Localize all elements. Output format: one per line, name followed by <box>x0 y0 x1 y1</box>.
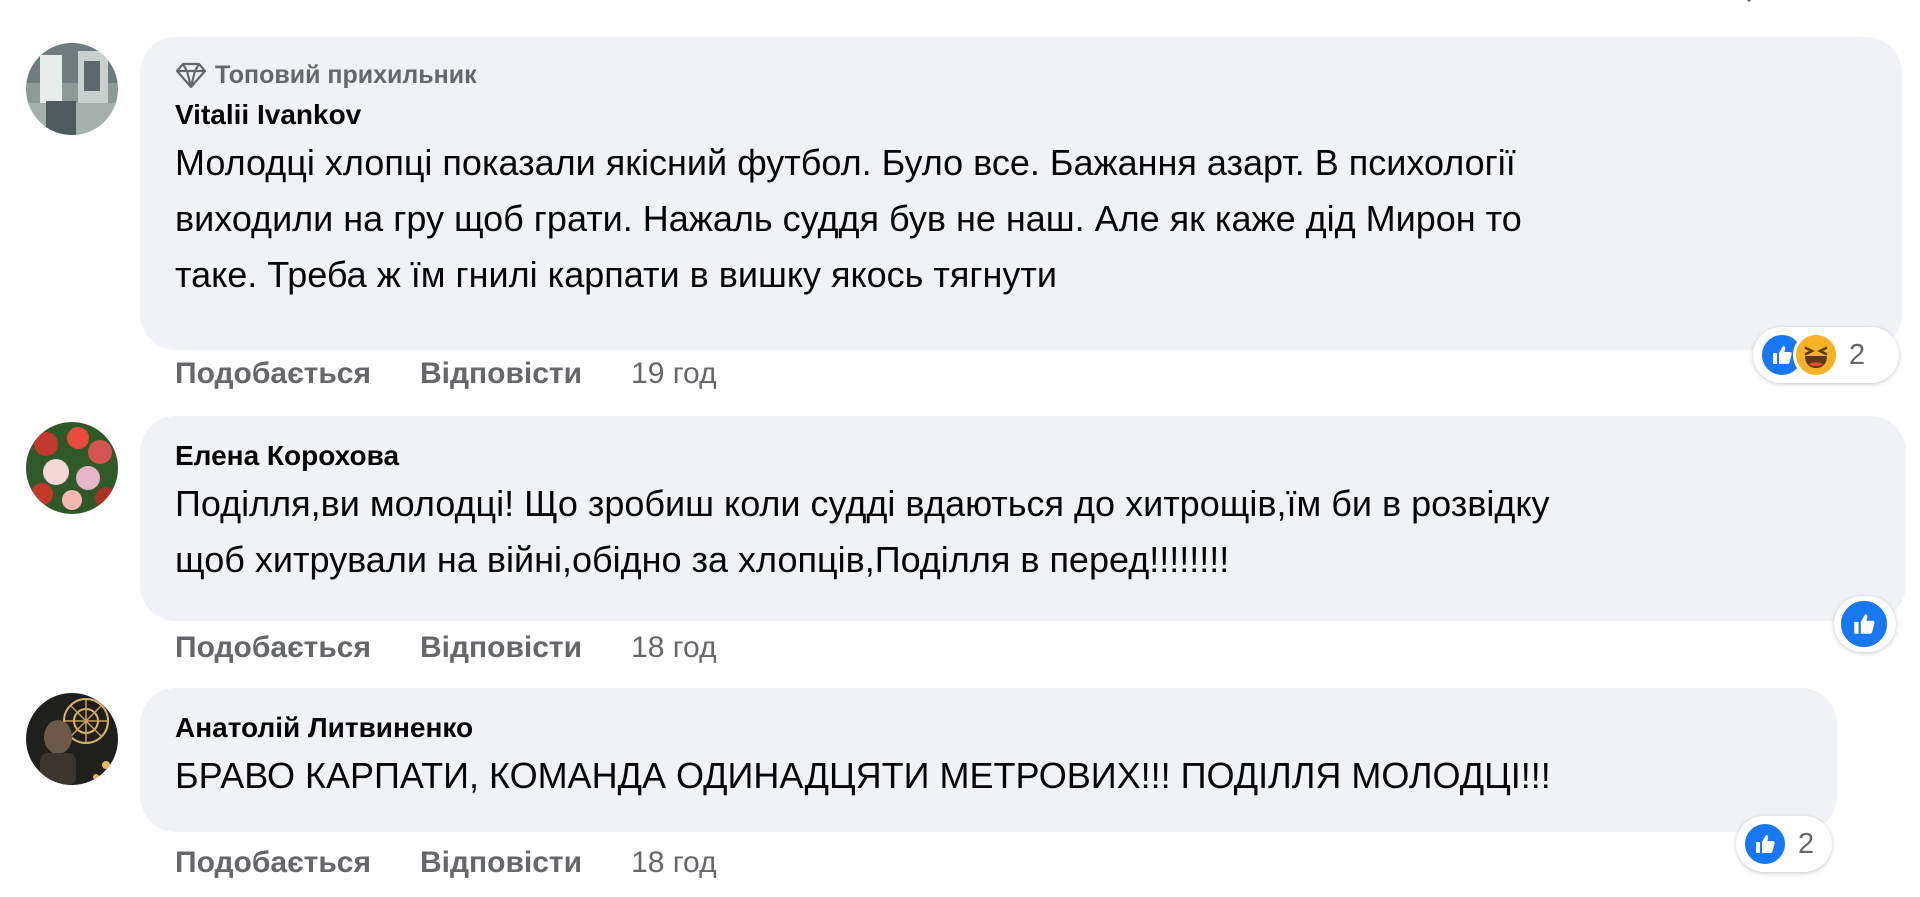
top-fan-badge: Топовий прихильник <box>175 59 1870 91</box>
reaction-count: 2 <box>1798 827 1815 860</box>
avatar[interactable] <box>26 422 118 514</box>
reaction-count: 2 <box>1849 338 1866 371</box>
avatar[interactable] <box>26 693 118 785</box>
comment-text: Поділля,ви молодці! Що зробиш коли судді… <box>175 476 1874 588</box>
like-button[interactable]: Подобається <box>175 357 371 391</box>
like-button[interactable]: Подобається <box>175 846 371 880</box>
reactions-summary[interactable]: 2 <box>1736 816 1832 872</box>
comment-text: Молодці хлопці показали якісний футбол. … <box>175 135 1870 303</box>
like-icon <box>1742 821 1788 867</box>
reactions-summary[interactable] <box>1834 596 1896 652</box>
reply-button[interactable]: Відповісти <box>420 357 582 391</box>
comment-text-line: таке. Треба ж їм гнилі карпати в вишку я… <box>175 254 1057 295</box>
reply-button[interactable]: Відповісти <box>420 846 582 880</box>
comment-actions: Подобається Відповісти 18 год <box>175 631 717 665</box>
comment-text: БРАВО КАРПАТИ, КОМАНДА ОДИНАДЦЯТИ МЕТРОВ… <box>175 748 1805 804</box>
comment-bubble: Топовий прихильник Vitalii Ivankov Молод… <box>140 37 1902 350</box>
comment-text-line: Поділля,ви молодці! Що зробиш коли судді… <box>175 483 1550 524</box>
comment-actions: Подобається Відповісти 19 год <box>175 357 717 391</box>
comment-author[interactable]: Анатолій Литвиненко <box>175 710 1805 746</box>
comment-timestamp[interactable]: 18 год <box>631 631 717 665</box>
comment-text-line: виходили на гру щоб грати. Нажаль суддя … <box>175 198 1522 239</box>
comment-text-line: Молодці хлопці показали якісний футбол. … <box>175 142 1516 183</box>
chevron-down-icon[interactable] <box>1738 0 1760 8</box>
reactions-summary[interactable]: 2 <box>1753 327 1899 383</box>
avatar[interactable] <box>26 43 118 135</box>
comment-text-line: БРАВО КАРПАТИ, КОМАНДА ОДИНАДЦЯТИ МЕТРОВ… <box>175 755 1551 796</box>
like-icon <box>1838 598 1890 650</box>
comment-timestamp[interactable]: 18 год <box>631 846 717 880</box>
reply-button[interactable]: Відповісти <box>420 631 582 665</box>
badge-label: Топовий прихильник <box>215 60 477 89</box>
comment-bubble: Елена Корохова Поділля,ви молодці! Що зр… <box>140 416 1906 621</box>
comment-bubble: Анатолій Литвиненко БРАВО КАРПАТИ, КОМАН… <box>140 688 1837 832</box>
haha-icon <box>1793 332 1839 378</box>
diamond-icon <box>175 62 207 89</box>
like-button[interactable]: Подобається <box>175 631 371 665</box>
comment-actions: Подобається Відповісти 18 год <box>175 846 717 880</box>
comment-text-line: щоб хитрували на війні,обідно за хлопців… <box>175 539 1230 580</box>
comment-timestamp[interactable]: 19 год <box>631 357 717 391</box>
comment-author[interactable]: Елена Корохова <box>175 438 1874 474</box>
comment-author[interactable]: Vitalii Ivankov <box>175 97 1870 133</box>
